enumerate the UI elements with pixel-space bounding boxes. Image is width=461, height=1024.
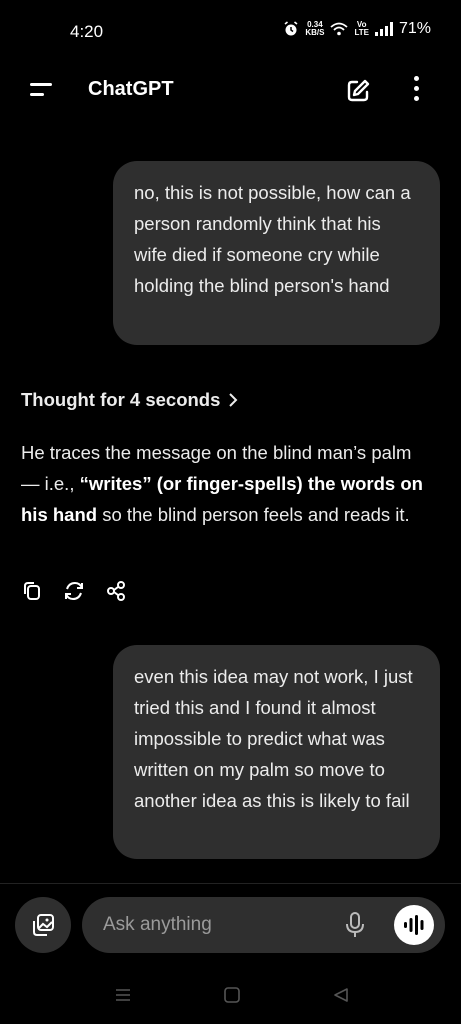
menu-icon[interactable] <box>30 80 54 100</box>
copy-icon[interactable] <box>21 580 43 602</box>
app-title: ChatGPT <box>88 78 174 100</box>
home-icon[interactable] <box>223 986 241 1004</box>
signal-icon <box>374 22 393 36</box>
chevron-right-icon <box>229 393 238 407</box>
attach-button[interactable] <box>15 897 71 953</box>
share-icon[interactable] <box>105 580 127 602</box>
status-icons: 0.34 KB/S Vo LTE 71% <box>283 20 431 38</box>
mic-icon[interactable] <box>345 912 365 938</box>
network-speed: 0.34 KB/S <box>305 20 325 37</box>
status-bar: 4:20 0.34 KB/S Vo LTE 71% <box>0 0 461 62</box>
composer-divider <box>0 883 461 884</box>
back-icon[interactable] <box>332 986 350 1004</box>
message-actions <box>21 580 127 602</box>
thought-label: Thought for 4 seconds <box>21 389 221 410</box>
recents-icon[interactable] <box>114 986 132 1004</box>
app-header: ChatGPT <box>0 62 461 118</box>
user-message: no, this is not possible, how can a pers… <box>113 161 440 345</box>
image-attach-icon <box>33 914 54 936</box>
status-time: 4:20 <box>70 22 104 41</box>
waveform-icon <box>404 915 424 935</box>
system-nav-bar <box>0 970 461 1024</box>
user-message: even this idea may not work, I just trie… <box>113 645 440 859</box>
voice-mode-button[interactable] <box>394 905 434 945</box>
volte-indicator: Vo LTE <box>354 20 369 37</box>
alarm-icon <box>284 21 298 36</box>
regenerate-icon[interactable] <box>63 580 85 602</box>
message-input[interactable]: Ask anything <box>82 897 445 953</box>
thought-toggle[interactable]: Thought for 4 seconds <box>21 389 238 411</box>
wifi-icon <box>330 22 349 36</box>
more-options-icon[interactable] <box>410 76 422 106</box>
new-chat-icon[interactable] <box>344 77 372 105</box>
input-placeholder: Ask anything <box>103 914 212 935</box>
assistant-message: He traces the message on the blind man’s… <box>21 442 423 525</box>
battery-level: 71% <box>398 20 431 37</box>
